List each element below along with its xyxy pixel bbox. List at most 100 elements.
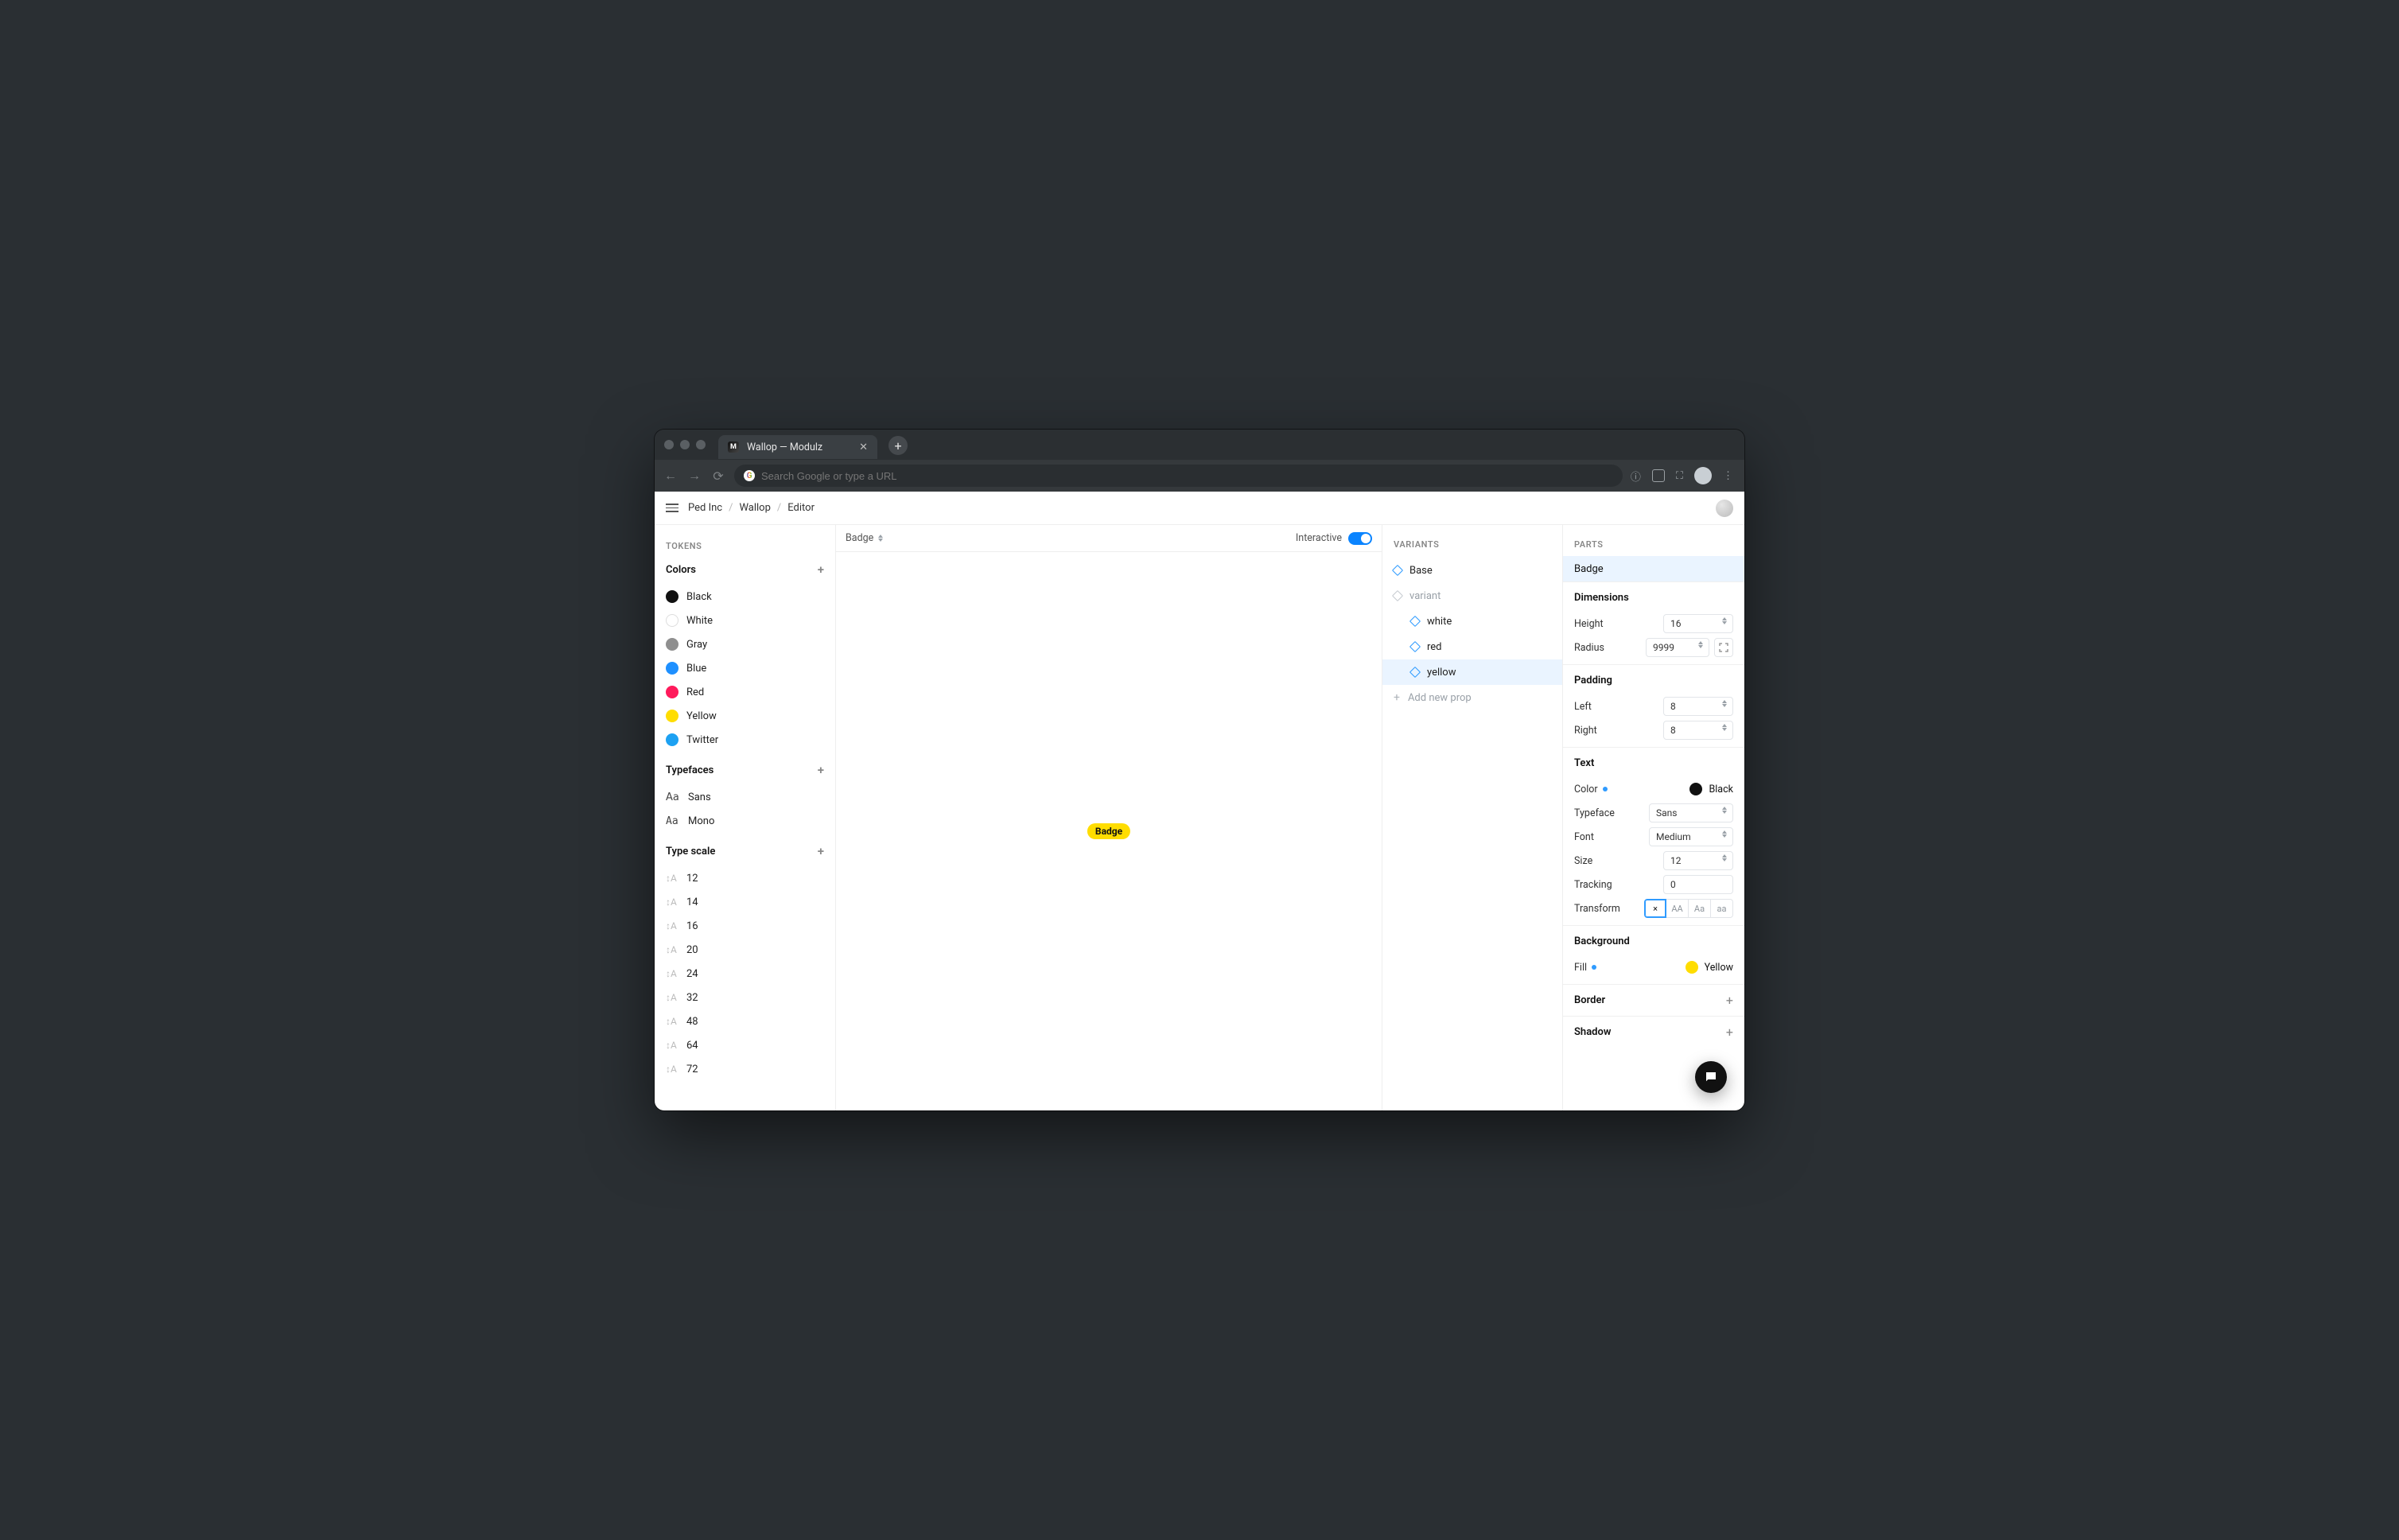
sort-icon: [878, 535, 883, 542]
canvas-area: Badge Interactive Badge: [836, 525, 1382, 1110]
typeface-select[interactable]: Sans: [1649, 803, 1733, 822]
canvas[interactable]: Badge: [836, 552, 1382, 1110]
height-input[interactable]: 16: [1663, 614, 1733, 633]
color-swatch: [666, 733, 678, 746]
new-tab-button[interactable]: +: [888, 436, 908, 455]
override-dot-icon: [1592, 965, 1596, 970]
add-typescale-button[interactable]: +: [818, 844, 824, 858]
typescale-icon: ↕A: [666, 968, 678, 979]
typescale-token[interactable]: ↕A 24: [666, 962, 824, 986]
variant-option[interactable]: white: [1382, 609, 1562, 634]
typescale-icon: ↕A: [666, 992, 678, 1003]
tab-favicon: M: [728, 441, 739, 453]
badge-preview[interactable]: Badge: [1087, 823, 1130, 839]
color-swatch: [666, 614, 678, 627]
variant-base[interactable]: Base: [1382, 558, 1562, 583]
font-select[interactable]: Medium: [1649, 827, 1733, 846]
typescale-icon: ↕A: [666, 1064, 678, 1075]
omnibox-input[interactable]: [761, 470, 1613, 482]
info-icon[interactable]: ⓘ: [1631, 469, 1641, 484]
typescale-token[interactable]: ↕A12: [666, 866, 824, 890]
component-selector[interactable]: Badge: [846, 532, 883, 544]
tokens-title: TOKENS: [666, 541, 824, 551]
fill-value[interactable]: Yellow: [1686, 961, 1733, 974]
transform-option[interactable]: aa: [1711, 899, 1733, 918]
typescale-token[interactable]: ↕A20: [666, 938, 824, 962]
variant-prop[interactable]: variant: [1382, 583, 1562, 609]
typeface-token[interactable]: AaMono: [666, 809, 824, 833]
color-name: Blue: [686, 663, 706, 675]
color-token[interactable]: Twitter: [666, 728, 824, 752]
shadow-section[interactable]: Shadow+: [1563, 1016, 1744, 1048]
variants-title: VARIANTS: [1382, 525, 1562, 558]
typescale-token[interactable]: ↕A14: [666, 890, 824, 914]
radius-input[interactable]: 9999: [1646, 638, 1709, 657]
menu-icon[interactable]: [666, 504, 678, 512]
text-color-label: Color: [1574, 784, 1608, 795]
transform-option[interactable]: ×: [1644, 899, 1666, 918]
profile-avatar[interactable]: [1694, 467, 1712, 484]
variant-option[interactable]: red: [1382, 634, 1562, 659]
color-name: Gray: [686, 639, 707, 651]
transform-option[interactable]: Aa: [1689, 899, 1711, 918]
color-swatch: [666, 638, 678, 651]
dimensions-heading: Dimensions: [1574, 592, 1733, 604]
color-token[interactable]: Black: [666, 585, 824, 609]
transform-option[interactable]: AA: [1666, 899, 1689, 918]
typescale-icon: ↕A: [666, 1016, 678, 1027]
browser-titlebar: M Wallop — Modulz ✕ +: [655, 430, 1744, 460]
color-token[interactable]: Gray: [666, 632, 824, 656]
reader-icon[interactable]: [1652, 469, 1665, 482]
typescale-token[interactable]: ↕A32: [666, 986, 824, 1009]
fullscreen-icon[interactable]: ⛶: [1676, 470, 1683, 482]
padding-right-label: Right: [1574, 725, 1597, 737]
crumb-page[interactable]: Editor: [787, 502, 815, 514]
plus-icon: +: [1726, 1025, 1733, 1040]
text-color-value[interactable]: Black: [1689, 783, 1733, 795]
tab-close-icon[interactable]: ✕: [859, 441, 868, 453]
typeface-glyph-icon: Aa: [666, 815, 680, 827]
typescale-token[interactable]: ↕A64: [666, 1033, 824, 1057]
typescale-value: 24: [686, 968, 698, 980]
typescale-token[interactable]: ↕A 16: [666, 914, 824, 938]
typescale-icon: ↕A: [666, 920, 678, 931]
typescale-value: 12: [686, 873, 698, 885]
typescale-token[interactable]: ↕A48: [666, 1009, 824, 1033]
typescale-token[interactable]: ↕A72: [666, 1057, 824, 1081]
tokens-sidebar: TOKENS Colors + BlackWhiteGrayBlueRedYel…: [655, 525, 836, 1110]
typeface-label: Typeface: [1574, 807, 1615, 819]
size-input[interactable]: 12: [1663, 851, 1733, 870]
tracking-input[interactable]: 0: [1663, 875, 1733, 894]
override-dot-icon: [1603, 787, 1608, 791]
nav-forward-icon[interactable]: →: [686, 468, 702, 484]
padding-left-input[interactable]: 8: [1663, 697, 1733, 716]
padding-right-input[interactable]: 8: [1663, 721, 1733, 740]
add-prop-button[interactable]: + Add new prop: [1382, 685, 1562, 710]
radius-corners-button[interactable]: [1714, 638, 1733, 657]
nav-reload-icon[interactable]: ⟳: [710, 469, 726, 484]
browser-tab[interactable]: M Wallop — Modulz ✕: [718, 435, 877, 459]
crumb-org[interactable]: Ped Inc: [688, 502, 722, 514]
nav-back-icon[interactable]: ←: [663, 468, 678, 484]
text-heading: Text: [1574, 757, 1733, 769]
typescale-icon: ↕A: [666, 1040, 678, 1051]
interactive-toggle[interactable]: [1348, 532, 1372, 545]
color-token[interactable]: Yellow: [666, 704, 824, 728]
kebab-icon[interactable]: ⋮: [1723, 470, 1733, 482]
intercom-launcher[interactable]: [1695, 1061, 1727, 1093]
part-selected[interactable]: Badge: [1563, 556, 1744, 581]
add-color-button[interactable]: +: [818, 562, 824, 577]
typescale-value: 16: [686, 920, 698, 932]
window-controls[interactable]: [664, 440, 706, 449]
crumb-project[interactable]: Wallop: [739, 502, 770, 514]
user-avatar[interactable]: [1716, 500, 1733, 517]
color-token[interactable]: White: [666, 609, 824, 632]
omnibox[interactable]: [734, 465, 1623, 487]
transform-segmented[interactable]: ×AAAaaa: [1644, 899, 1733, 918]
variant-option[interactable]: yellow: [1382, 659, 1562, 685]
typeface-token[interactable]: AaSans: [666, 785, 824, 809]
color-token[interactable]: Blue: [666, 656, 824, 680]
add-typeface-button[interactable]: +: [818, 763, 824, 777]
border-section[interactable]: Border+: [1563, 984, 1744, 1016]
color-token[interactable]: Red: [666, 680, 824, 704]
